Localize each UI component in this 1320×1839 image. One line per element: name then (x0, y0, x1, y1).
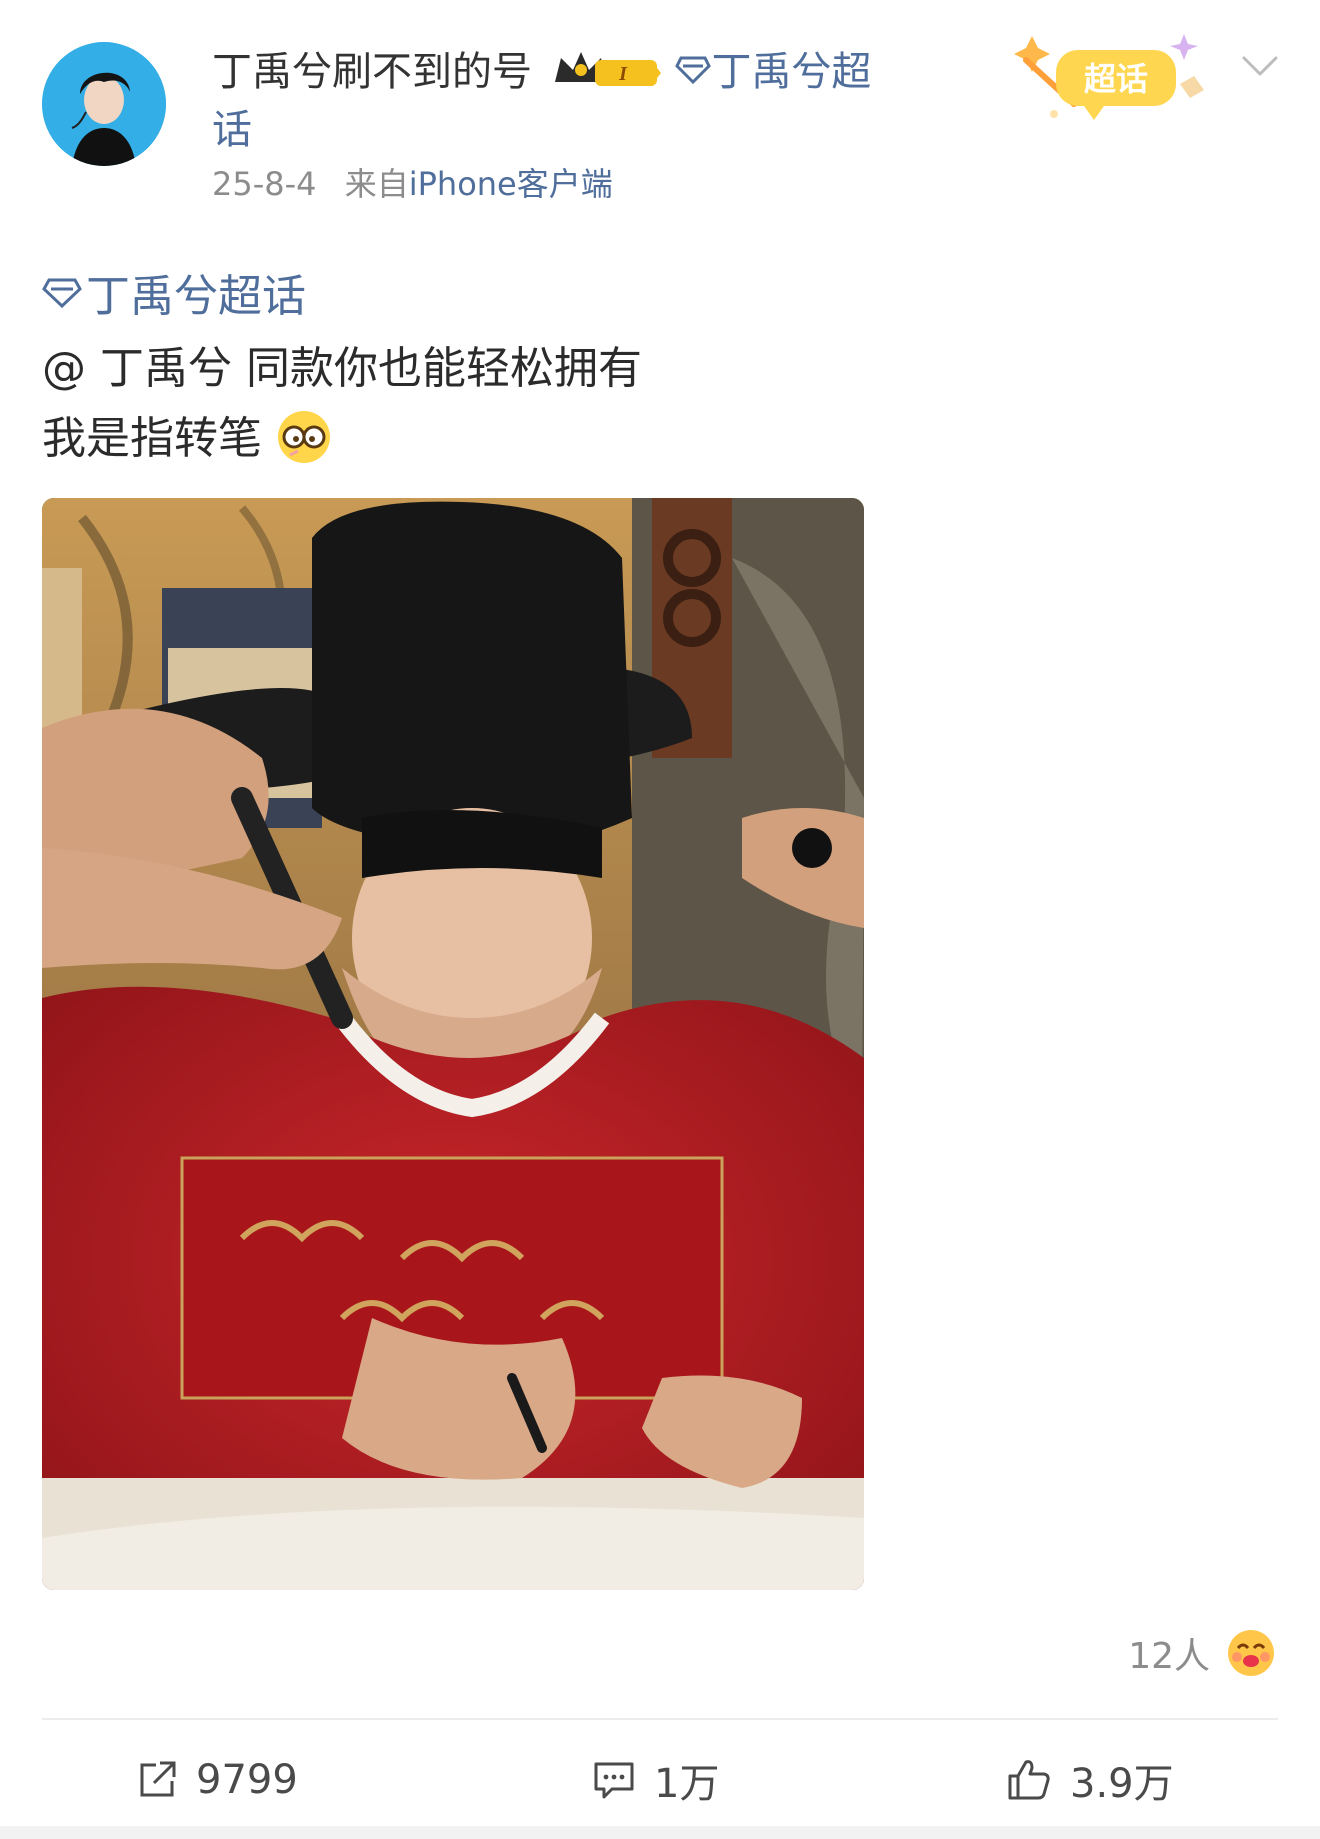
post-source-prefix: 来自 (344, 165, 409, 203)
repost-button[interactable]: 9799 (136, 1740, 298, 1820)
author-avatar[interactable] (42, 42, 166, 166)
post-header: 丁禹兮刷不到的号 I 丁禹兮超话 25-8-4 来自iPhone客户端 超话 (0, 0, 1320, 240)
header-text: 丁禹兮刷不到的号 I 丁禹兮超话 25-8-4 来自iPhone客户端 (212, 44, 972, 204)
super-topic-badge[interactable]: 超话 (1004, 24, 1214, 128)
bottom-strip (0, 1826, 1320, 1839)
badge-text: I (618, 63, 628, 85)
thumbs-up-icon (1008, 1760, 1050, 1800)
body-line-2: 我是指转笔 (42, 404, 1262, 474)
like-button[interactable]: 3.9万 (1006, 1740, 1174, 1820)
header-topic-text-wrap: 话 (212, 107, 252, 153)
blush-emoji-icon (1228, 1630, 1274, 1676)
like-count: 3.9万 (1070, 1761, 1174, 1807)
post-body: 丁禹兮超话 @ 丁禹兮 同款你也能轻松拥有 我是指转笔 (42, 262, 1262, 474)
glasses-emoji-icon (276, 409, 332, 465)
comment-button[interactable]: 1万 (592, 1740, 719, 1820)
header-topic-text: 丁禹兮超 (711, 49, 872, 95)
chevron-down-icon[interactable] (1240, 52, 1280, 82)
divider (42, 1718, 1278, 1720)
diamond-icon (675, 43, 712, 99)
meta-line: 25-8-4 来自iPhone客户端 (212, 164, 972, 204)
super-topic-badge-label: 超话 (1084, 60, 1148, 98)
repost-icon (140, 1761, 176, 1797)
comment-icon (594, 1762, 634, 1799)
crown-badge-icon[interactable]: I (551, 48, 663, 92)
diamond-icon (42, 259, 82, 329)
name-line: 丁禹兮刷不到的号 I 丁禹兮超话 (212, 44, 972, 158)
post-time: 25-8-4 (212, 165, 317, 203)
body-line-2-text: 我是指转笔 (42, 413, 262, 464)
reaction-count: 12人 (1128, 1636, 1210, 1677)
body-line-1: @ 丁禹兮 同款你也能轻松拥有 (42, 343, 642, 394)
action-bar: 9799 1万 3.9万 (0, 1740, 1320, 1820)
body-topic-text: 丁禹兮超话 (86, 271, 306, 322)
author-name[interactable]: 丁禹兮刷不到的号 (212, 49, 532, 95)
comment-count: 1万 (654, 1761, 720, 1807)
reaction-row[interactable]: 12人 (1128, 1628, 1276, 1678)
post-source-device[interactable]: iPhone客户端 (409, 165, 613, 203)
repost-count: 9799 (196, 1757, 298, 1803)
post-photo[interactable] (42, 498, 864, 1590)
body-topic-link[interactable]: 丁禹兮超话 (42, 262, 1262, 334)
